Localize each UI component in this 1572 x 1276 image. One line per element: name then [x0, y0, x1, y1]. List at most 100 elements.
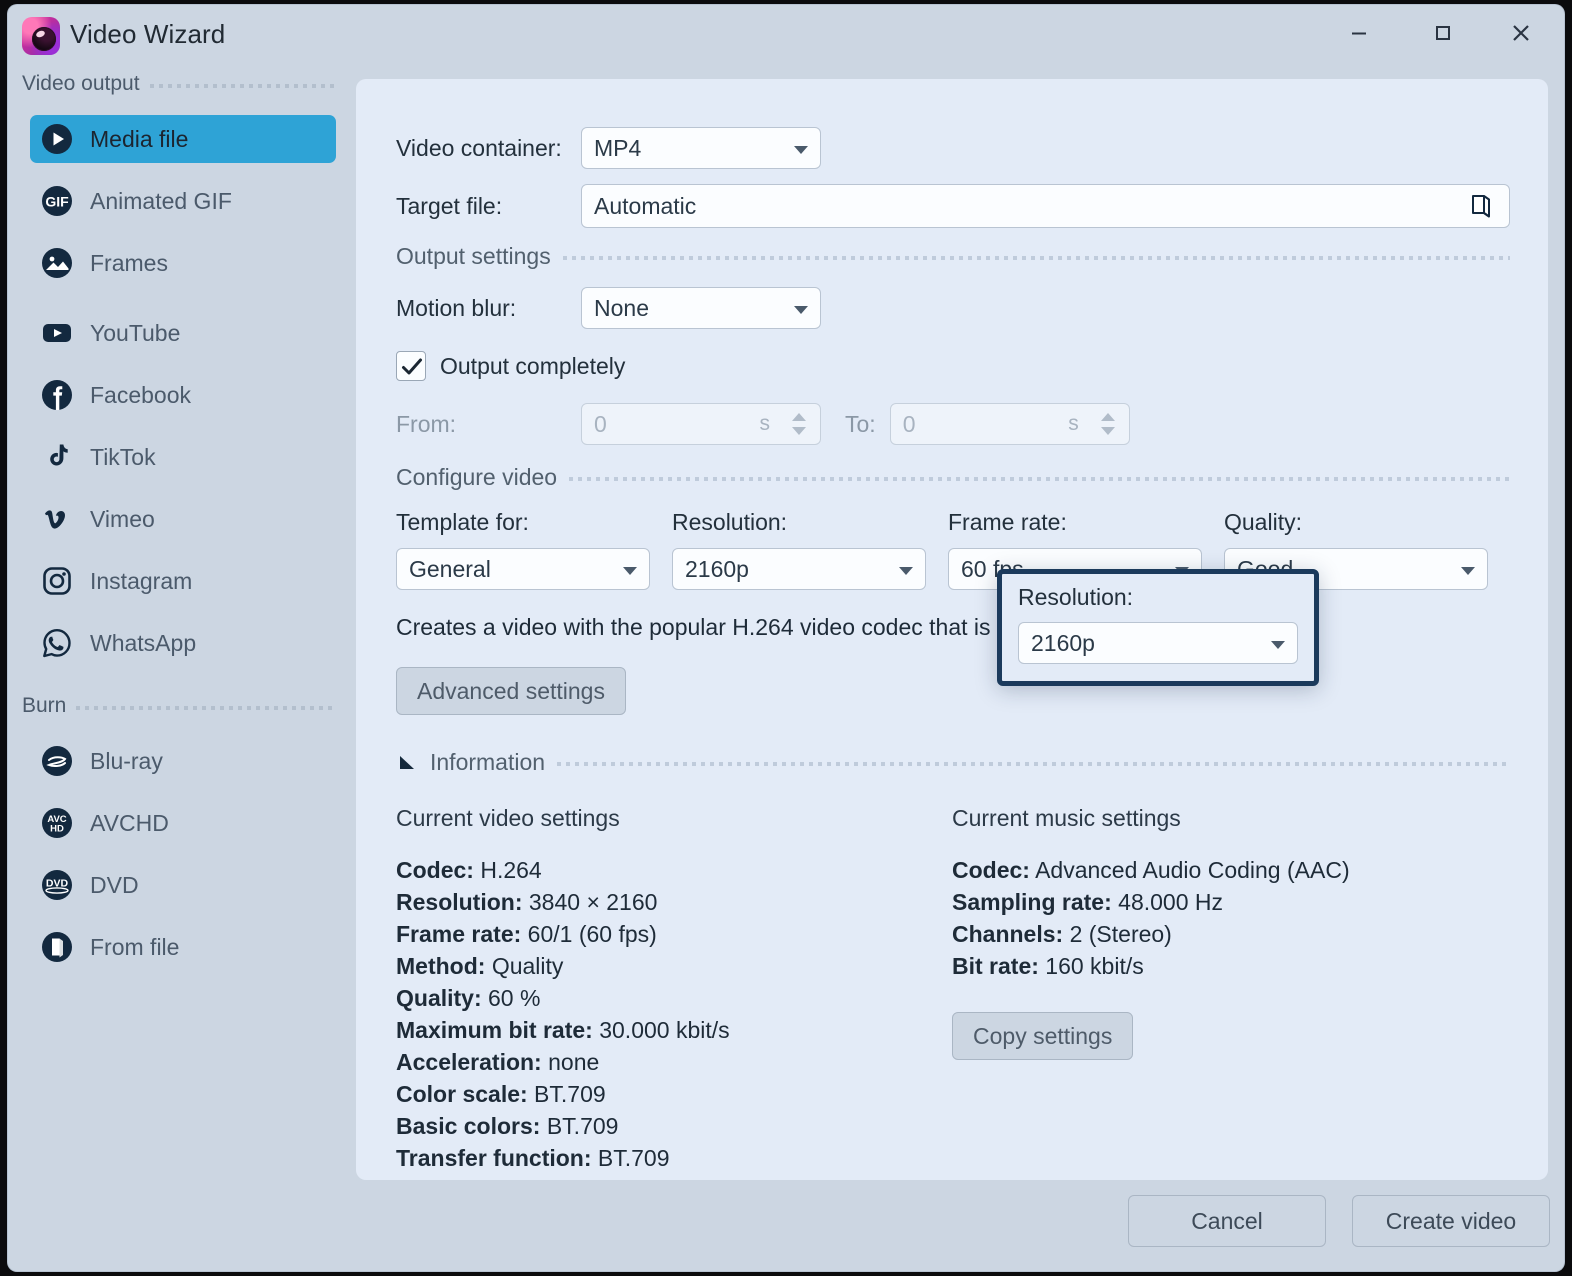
from-unit: s: [759, 412, 771, 435]
from-input[interactable]: 0 s: [581, 403, 821, 445]
sidebar-item-label: Frames: [90, 249, 168, 276]
stepper-down-icon[interactable]: [792, 427, 806, 435]
frame-rate-label: Frame rate:: [948, 509, 1067, 535]
section-dotted-rule: [569, 477, 1510, 481]
output-completely-checkbox[interactable]: Output completely: [396, 351, 625, 381]
from-value: 0: [594, 410, 607, 437]
chevron-down-icon: [1461, 567, 1475, 575]
music-settings-block: Current music settings Codec: Advanced A…: [952, 805, 1350, 1060]
sidebar-item-tiktok[interactable]: TikTok: [30, 433, 336, 481]
configure-video-section-header: Configure video: [396, 464, 1510, 491]
info-row: Codec: Advanced Audio Coding (AAC): [952, 854, 1350, 886]
sidebar-item-avchd[interactable]: AVC HD AVCHD: [30, 799, 336, 847]
output-settings-section-header: Output settings: [396, 243, 1510, 270]
sidebar-item-frames[interactable]: Frames: [30, 239, 336, 287]
target-file-input[interactable]: Automatic: [581, 184, 1510, 228]
sidebar-item-facebook[interactable]: Facebook: [30, 371, 336, 419]
output-completely-label: Output completely: [440, 352, 626, 379]
maximize-icon: [1436, 26, 1450, 40]
maximize-button[interactable]: [1414, 5, 1472, 61]
sidebar-section-label: Burn: [22, 694, 67, 717]
sidebar-item-label: From file: [90, 933, 180, 960]
sidebar-item-animated-gif[interactable]: GIF Animated GIF: [30, 177, 336, 225]
sidebar-item-label: WhatsApp: [90, 629, 197, 656]
instagram-icon: [40, 564, 74, 598]
template-for-select[interactable]: General: [396, 548, 650, 590]
chevron-down-icon: [794, 306, 808, 314]
info-row: Channels: 2 (Stereo): [952, 918, 1350, 950]
motion-blur-value: None: [594, 294, 649, 321]
sidebar-item-dvd[interactable]: DVD DVD: [30, 861, 336, 909]
sidebar-item-label: Blu-ray: [90, 747, 163, 774]
info-key: Transfer function:: [396, 1145, 592, 1171]
sidebar-item-label: DVD: [90, 871, 139, 898]
info-value: 60 %: [488, 985, 541, 1011]
bluray-icon: [40, 744, 74, 778]
info-row: Color scale: BT.709: [396, 1078, 730, 1110]
sidebar-item-blu-ray[interactable]: Blu-ray: [30, 737, 336, 785]
sidebar-item-youtube[interactable]: YouTube: [30, 309, 336, 357]
target-file-label: Target file:: [396, 192, 503, 219]
motion-blur-select[interactable]: None: [581, 287, 821, 329]
sidebar-item-label: Animated GIF: [90, 187, 232, 214]
svg-text:GIF: GIF: [45, 194, 69, 210]
close-button[interactable]: [1492, 5, 1550, 61]
play-circle-icon: [40, 122, 74, 156]
sidebar-item-vimeo[interactable]: Vimeo: [30, 495, 336, 543]
stepper-up-icon[interactable]: [792, 413, 806, 421]
video-container-label: Video container:: [396, 134, 562, 161]
sidebar-item-whatsapp[interactable]: WhatsApp: [30, 619, 336, 667]
fromfile-icon: [40, 930, 74, 964]
codec-description: Creates a video with the popular H.264 v…: [396, 614, 1303, 640]
collapse-triangle-icon[interactable]: [396, 752, 418, 774]
vimeo-icon: [40, 502, 74, 536]
video-container-select[interactable]: MP4: [581, 127, 821, 169]
create-video-button[interactable]: Create video: [1352, 1195, 1550, 1247]
stepper-up-icon[interactable]: [1100, 413, 1115, 421]
info-row: Bit rate: 160 kbit/s: [952, 950, 1350, 982]
settings-panel: Video container: MP4 Target file: Automa…: [356, 79, 1548, 1180]
sidebar-item-instagram[interactable]: Instagram: [30, 557, 336, 605]
video-wizard-logo-icon: [22, 17, 60, 55]
info-row: Basic colors: BT.709: [396, 1110, 730, 1142]
sidebar-item-label: TikTok: [90, 443, 156, 470]
open-folder-icon[interactable]: [1467, 192, 1495, 226]
music-settings-title: Current music settings: [952, 805, 1181, 831]
checkbox-box: [396, 351, 426, 381]
sidebar-item-from-file[interactable]: From file: [30, 923, 336, 971]
advanced-settings-button[interactable]: Advanced settings: [396, 667, 626, 715]
sidebar-item-label: Instagram: [90, 567, 193, 594]
info-value: 160 kbit/s: [1045, 953, 1144, 979]
template-for-field: Template for: General: [396, 509, 650, 590]
cancel-button[interactable]: Cancel: [1128, 1195, 1326, 1247]
copy-settings-button[interactable]: Copy settings: [952, 1012, 1134, 1060]
information-section-header[interactable]: Information: [396, 749, 1510, 776]
info-row: Quality: 60 %: [396, 982, 730, 1014]
info-value: Quality: [491, 953, 564, 979]
resolution-select-base[interactable]: 2160p: [672, 548, 926, 590]
info-row: Frame rate: 60/1 (60 fps): [396, 918, 730, 950]
sidebar: Video output Media file GIF Animated GIF: [8, 67, 348, 1271]
chevron-down-icon: [623, 567, 637, 575]
info-key: Resolution:: [396, 889, 523, 915]
section-dotted-rule: [149, 84, 336, 88]
section-dotted-rule: [557, 762, 1510, 766]
video-settings-title: Current video settings: [396, 805, 620, 831]
info-row: Maximum bit rate: 30.000 kbit/s: [396, 1014, 730, 1046]
resolution-label-base: Resolution:: [672, 509, 788, 535]
resolution-select[interactable]: 2160p: [1018, 622, 1298, 664]
minimize-button[interactable]: [1330, 5, 1388, 61]
window-title: Video Wizard: [70, 19, 226, 49]
sidebar-item-media-file[interactable]: Media file: [30, 115, 336, 163]
stepper-down-icon[interactable]: [1100, 427, 1115, 435]
info-key: Codec:: [396, 857, 474, 883]
info-key: Quality:: [396, 985, 482, 1011]
svg-text:HD: HD: [50, 824, 64, 835]
to-input[interactable]: 0 s: [889, 403, 1130, 445]
resolution-value: 2160p: [1031, 629, 1095, 656]
resolution-highlight-box: Resolution: 2160p: [997, 569, 1319, 686]
video-container-value: MP4: [594, 134, 642, 161]
sidebar-item-label: Media file: [90, 125, 189, 152]
info-value: none: [548, 1049, 600, 1075]
video-wizard-window: Video Wizard Video output Media file GIF…: [8, 5, 1564, 1271]
